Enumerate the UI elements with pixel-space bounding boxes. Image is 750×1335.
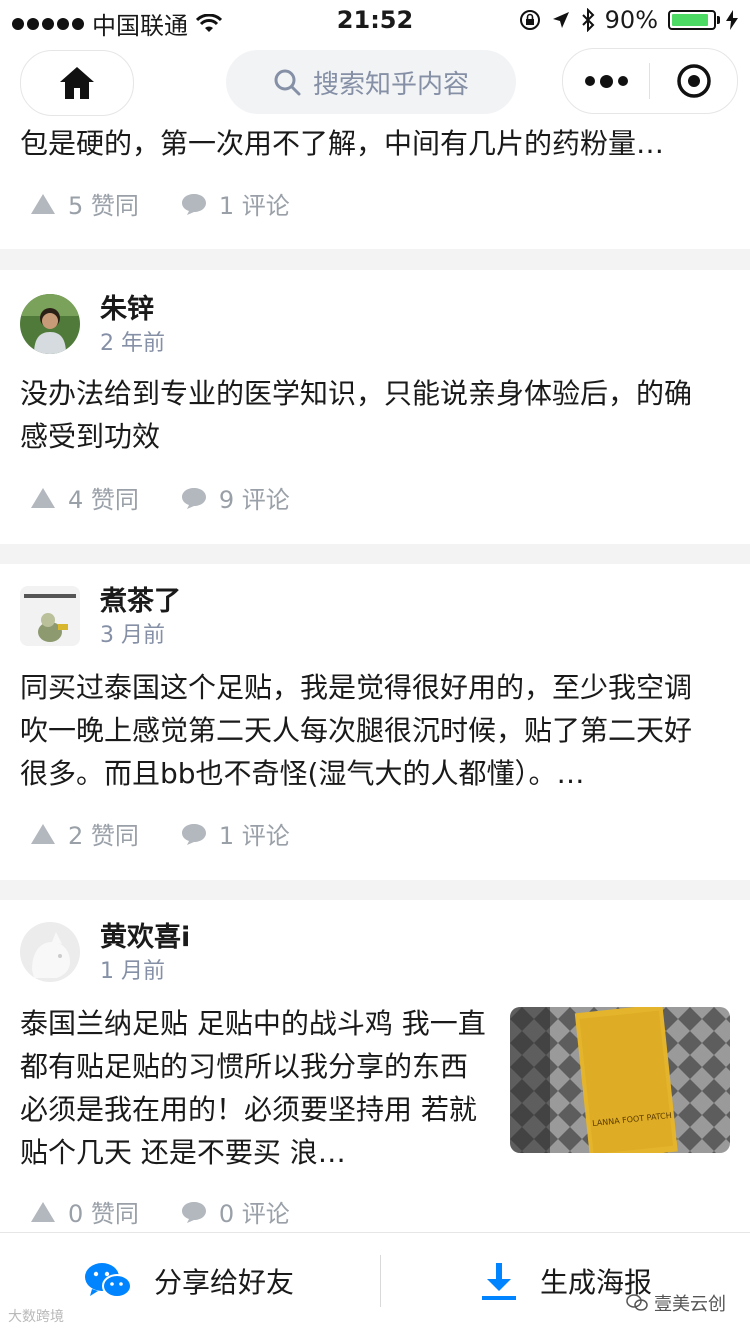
comment-count: 1 评论 <box>218 192 290 220</box>
comment-icon <box>181 823 206 845</box>
answer-actions: 0 赞同 0 评论 <box>30 1194 290 1229</box>
wechat-icon <box>85 1263 132 1298</box>
comment-count: 0 评论 <box>218 1200 290 1228</box>
bluetooth-icon <box>581 8 595 32</box>
answer-excerpt: 同买过泰国这个足贴，我是觉得很好用的，至少我空调吹一晚上感觉第二天人每次腿很沉时… <box>20 671 693 790</box>
share-label: 分享给好友 <box>154 1266 295 1299</box>
answer-card[interactable]: 煮茶了 3 月前 同买过泰国这个足贴，我是觉得很好用的，至少我空调吹一晚上感觉第… <box>0 564 750 880</box>
triangle-up-icon <box>31 1201 55 1222</box>
author-row: 朱锌 2 年前 <box>20 294 165 358</box>
answer-card-partial[interactable]: 包是硬的，第一次用不了解，中间有几片的药粉量… 5 赞同 1 评论 <box>0 120 750 249</box>
answer-card[interactable]: 黄欢喜i 1 月前 泰国兰纳足贴 足贴中的战斗鸡 我一直都有贴足贴的习惯所以我分… <box>0 900 750 1232</box>
comment-button[interactable]: 9 评论 <box>181 480 290 515</box>
status-right: 90% <box>519 6 738 34</box>
answer-excerpt: 包是硬的，第一次用不了解，中间有几片的药粉量… <box>20 127 665 160</box>
battery-icon <box>668 10 720 30</box>
watermark-right: 壹美云创 <box>626 1290 726 1316</box>
search-placeholder: 搜索知乎内容 <box>312 69 469 100</box>
download-icon <box>482 1263 516 1300</box>
like-button[interactable]: 2 赞同 <box>30 816 139 851</box>
author-name[interactable]: 黄欢喜i <box>100 922 190 954</box>
rotation-lock-icon <box>519 10 540 30</box>
bottom-bar: 分享给好友 生成海报 <box>0 1232 750 1335</box>
comment-button[interactable]: 1 评论 <box>181 816 290 851</box>
like-button[interactable]: 5 赞同 <box>30 186 139 221</box>
triangle-up-icon <box>31 193 55 214</box>
comment-icon <box>181 193 206 215</box>
author-row: 黄欢喜i 1 月前 <box>20 922 190 986</box>
home-icon <box>60 67 94 99</box>
bottom-divider <box>380 1255 381 1307</box>
comment-icon <box>181 487 206 509</box>
home-button[interactable] <box>20 50 134 116</box>
like-button[interactable]: 0 赞同 <box>30 1194 139 1229</box>
charging-icon <box>726 10 738 30</box>
like-button[interactable]: 4 赞同 <box>30 480 139 515</box>
triangle-up-icon <box>31 823 55 844</box>
comment-count: 1 评论 <box>218 822 290 850</box>
battery-fill <box>672 14 708 26</box>
comment-count: 9 评论 <box>218 486 290 514</box>
answer-actions: 5 赞同 1 评论 <box>30 186 290 221</box>
answer-actions: 2 赞同 1 评论 <box>30 816 290 851</box>
post-time: 1 月前 <box>100 959 165 984</box>
avatar-sticker <box>20 586 80 646</box>
answer-excerpt: 泰国兰纳足贴 足贴中的战斗鸡 我一直都有贴足贴的习惯所以我分享的东西必须是我在用… <box>20 1007 486 1169</box>
status-bar: 中国联通 21:52 90% <box>0 0 750 40</box>
location-icon <box>552 12 569 28</box>
avatar-photo <box>20 294 80 354</box>
answer-actions: 4 赞同 9 评论 <box>30 480 290 515</box>
answer-card[interactable]: 朱锌 2 年前 没办法给到专业的医学知识，只能说亲身体验后，的确感受到功效 4 … <box>0 270 750 544</box>
author-row: 煮茶了 3 月前 <box>20 586 181 650</box>
avatar[interactable] <box>20 922 80 982</box>
post-time: 3 月前 <box>100 623 165 648</box>
post-time: 2 年前 <box>100 331 165 356</box>
author-name[interactable]: 朱锌 <box>100 294 165 326</box>
search-box[interactable]: 搜索知乎内容 <box>226 50 516 114</box>
default-avatar <box>20 922 80 982</box>
share-button[interactable]: 分享给好友 <box>84 1233 294 1329</box>
wechat-official-icon <box>626 1294 648 1311</box>
watermark-left: 大数跨境 <box>8 1309 64 1325</box>
like-count: 5 赞同 <box>68 192 139 220</box>
target-icon <box>676 64 711 98</box>
answer-excerpt: 没办法给到专业的医学知识，只能说亲身体验后，的确感受到功效 <box>20 377 693 453</box>
answer-thumbnail[interactable]: LANNA FOOT PATCH <box>510 1007 730 1153</box>
like-count: 0 赞同 <box>68 1200 139 1228</box>
like-count: 2 赞同 <box>68 822 139 850</box>
comment-button[interactable]: 0 评论 <box>181 1194 290 1229</box>
more-button[interactable] <box>563 49 649 113</box>
comment-button[interactable]: 1 评论 <box>181 186 290 221</box>
avatar[interactable] <box>20 294 80 354</box>
like-count: 4 赞同 <box>68 486 139 514</box>
search-icon <box>274 69 301 96</box>
avatar[interactable] <box>20 586 80 646</box>
triangle-up-icon <box>31 487 55 508</box>
top-nav: 搜索知乎内容 <box>0 40 750 120</box>
author-name[interactable]: 煮茶了 <box>100 586 181 618</box>
battery-percent: 90% <box>604 6 658 34</box>
comment-icon <box>181 1201 206 1223</box>
close-button[interactable] <box>650 49 737 113</box>
mini-program-capsule <box>562 48 738 114</box>
